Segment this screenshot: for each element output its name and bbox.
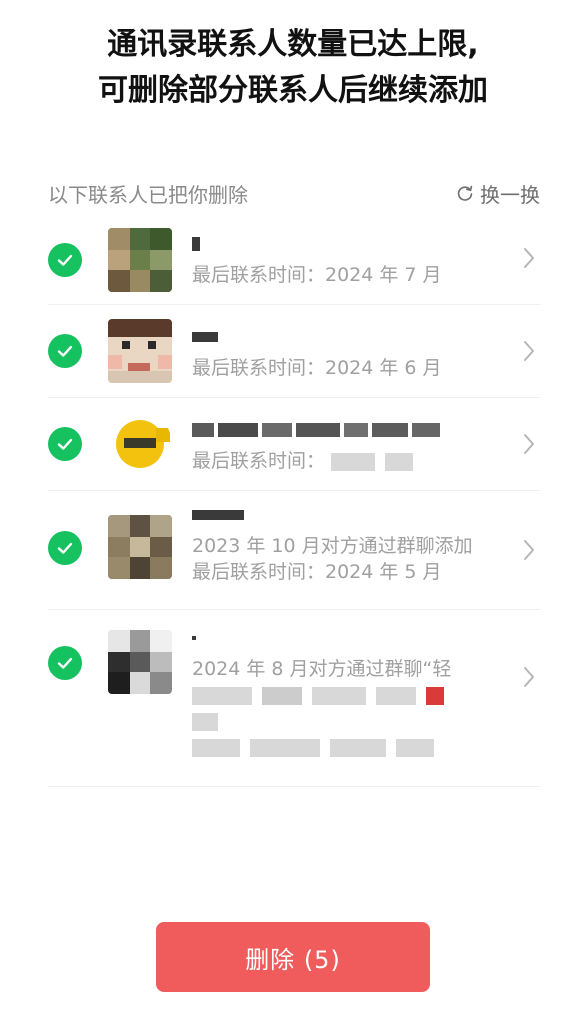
contact-name-redacted (192, 628, 510, 648)
refresh-label: 换一换 (480, 182, 540, 207)
redacted-line (192, 708, 510, 734)
chevron-right-icon (520, 245, 538, 271)
contact-info: 最后联系时间：2024 年 6 月 (192, 327, 510, 381)
avatar (108, 228, 172, 292)
contact-row[interactable]: 最后联系时间： (48, 398, 540, 491)
refresh-button[interactable]: 换一换 (454, 179, 540, 208)
page-title: 通讯录联系人数量已达上限, 可删除部分联系人后继续添加 (0, 22, 586, 114)
chevron-right-icon (520, 338, 538, 364)
chevron-right-icon (520, 431, 538, 457)
check-icon (57, 438, 73, 450)
contact-last-contact: 最后联系时间：2024 年 7 月 (192, 264, 442, 286)
checkbox-checked[interactable] (48, 243, 82, 277)
checkbox-checked[interactable] (48, 646, 82, 680)
avatar (108, 412, 172, 476)
contact-info: 最后联系时间： (192, 420, 510, 474)
contact-name-redacted (192, 505, 510, 525)
contact-row[interactable]: 最后联系时间：2024 年 6 月 (48, 305, 540, 398)
contact-add-source: 2023 年 10 月对方通过群聊添加 (192, 535, 473, 557)
redacted-text (385, 452, 414, 471)
checkbox-checked[interactable] (48, 334, 82, 368)
delete-button[interactable]: 删除 (5) (156, 922, 430, 992)
check-icon (57, 254, 73, 266)
redacted-text (331, 452, 376, 471)
contact-row[interactable]: 2023 年 10 月对方通过群聊添加 最后联系时间：2024 年 5 月 (48, 491, 540, 610)
check-icon (57, 657, 73, 669)
contact-row[interactable]: 最后联系时间：2024 年 7 月 (48, 212, 540, 305)
last-contact-label: 最后联系时间： (192, 450, 326, 472)
title-line-1: 通讯录联系人数量已达上限, (107, 27, 479, 62)
subheader-label: 以下联系人已把你删除 (48, 182, 248, 207)
avatar (108, 515, 172, 579)
contact-name-redacted (192, 234, 510, 254)
contact-last-contact: 最后联系时间： (192, 448, 510, 474)
contact-last-contact: 最后联系时间：2024 年 6 月 (192, 357, 442, 379)
avatar (108, 630, 172, 694)
check-icon (57, 345, 73, 357)
redacted-line (192, 734, 510, 760)
checkbox-checked[interactable] (48, 531, 82, 565)
title-line-2: 可删除部分联系人后继续添加 (98, 73, 488, 108)
contact-name-redacted (192, 420, 510, 440)
contact-add-source: 2024 年 8 月对方通过群聊“轻 (192, 658, 452, 680)
redacted-line (192, 682, 510, 708)
list-subheader: 以下联系人已把你删除 换一换 (48, 176, 540, 210)
chevron-right-icon (520, 664, 538, 690)
contact-last-contact: 最后联系时间：2024 年 5 月 (192, 561, 442, 583)
contact-name-redacted (192, 327, 510, 347)
check-icon (57, 542, 73, 554)
contact-list: 最后联系时间：2024 年 7 月 最后联系时间：2024 年 6 月 最后联系… (48, 212, 540, 787)
contact-info: 2023 年 10 月对方通过群聊添加 最后联系时间：2024 年 5 月 (192, 505, 510, 585)
avatar (108, 319, 172, 383)
contact-info: 2024 年 8 月对方通过群聊“轻 (192, 628, 510, 760)
refresh-icon (457, 185, 473, 201)
contact-info: 最后联系时间：2024 年 7 月 (192, 234, 510, 288)
contact-row[interactable]: 2024 年 8 月对方通过群聊“轻 (48, 610, 540, 787)
checkbox-checked[interactable] (48, 427, 82, 461)
chevron-right-icon (520, 537, 538, 563)
